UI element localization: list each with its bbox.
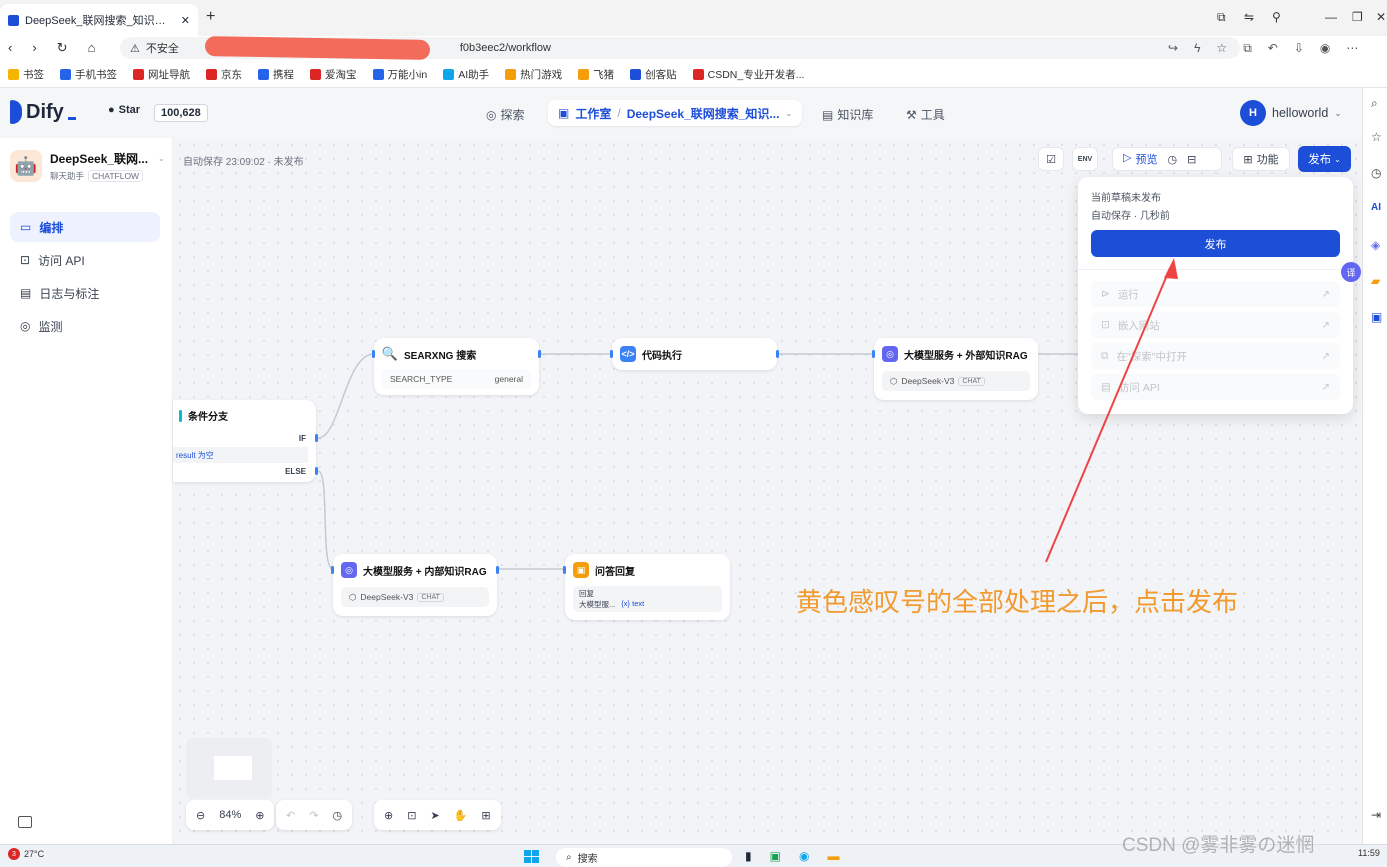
weather-widget[interactable]: 3 27°C [8, 848, 44, 860]
task-view-icon[interactable]: ▮ [745, 849, 752, 863]
temperature: 27°C [24, 849, 45, 859]
annotation-text: 黄色感叹号的全部处理之后，点击发布 [796, 587, 1239, 617]
system-clock: 11:59 [1358, 848, 1380, 858]
notification-badge: 3 [8, 848, 20, 860]
taskbar-apps: ▮ ▣ ◉ ▬ [745, 849, 839, 863]
search-placeholder: 搜索 [577, 854, 598, 865]
folder-icon[interactable]: ▬ [827, 849, 839, 863]
app-icon[interactable]: ▣ [770, 849, 781, 863]
annotation-arrow [1045, 258, 1178, 563]
windows-start-icon[interactable] [524, 850, 540, 864]
edge-icon[interactable]: ◉ [799, 849, 809, 863]
search-icon: ⌕ [566, 852, 572, 863]
taskbar-search[interactable]: ⌕ 搜索 [556, 848, 732, 867]
csdn-watermark: CSDN @雾非雾の迷惘 [1122, 835, 1315, 856]
